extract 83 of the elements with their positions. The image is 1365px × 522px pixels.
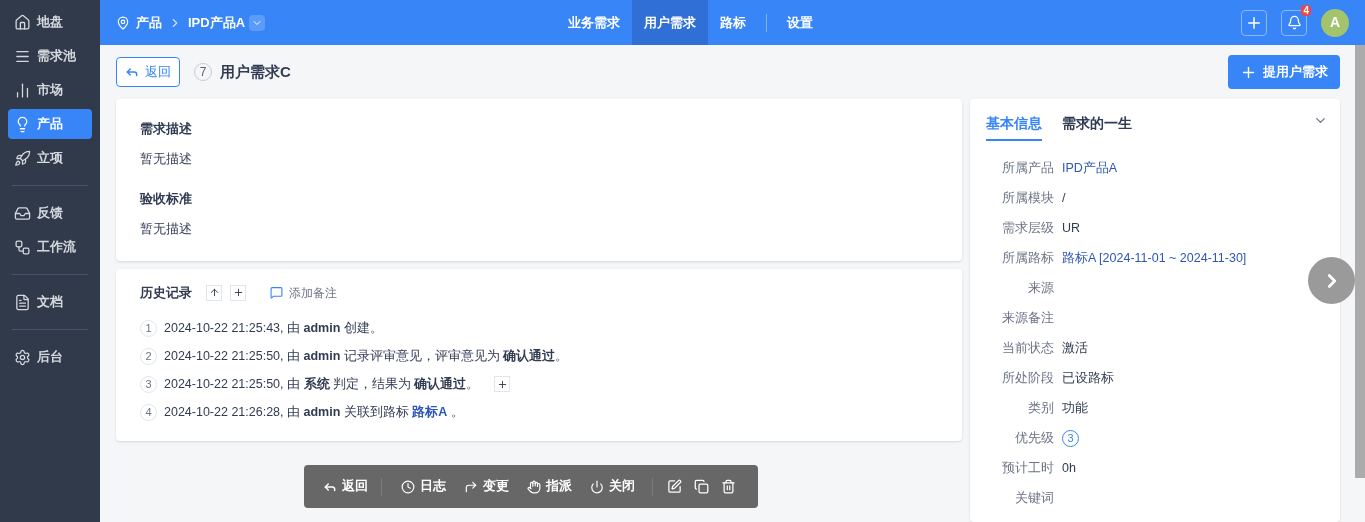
sidebar-item[interactable]: 立项 bbox=[8, 143, 92, 173]
sidebar-item[interactable]: 文档 bbox=[8, 287, 84, 317]
page-title: 用户需求C bbox=[220, 61, 291, 82]
add-button[interactable] bbox=[1241, 9, 1267, 36]
trash-icon bbox=[721, 479, 736, 494]
edit-icon bbox=[667, 479, 682, 494]
breadcrumb-link[interactable]: IPD产品A bbox=[188, 12, 246, 33]
field-value: UR bbox=[1062, 219, 1081, 237]
section-text: 暂无描述 bbox=[140, 220, 193, 238]
nav-tab[interactable]: 设置 bbox=[775, 0, 825, 45]
field-label: 优先级 bbox=[1014, 429, 1054, 447]
sort-button[interactable] bbox=[206, 284, 222, 301]
notification-badge: 4 bbox=[1301, 4, 1311, 16]
field-value: 0h bbox=[1062, 459, 1076, 477]
field-label: 需求层级 bbox=[1001, 219, 1054, 237]
panel-tab[interactable]: 需求的一生 bbox=[1062, 113, 1132, 141]
home-icon bbox=[14, 13, 31, 31]
copy-icon bbox=[694, 479, 709, 494]
workflow-icon bbox=[14, 238, 31, 256]
field-link[interactable]: 路标A [2024-11-01 ~ 2024-11-30] bbox=[1062, 248, 1247, 268]
toolbar-button[interactable]: 指派 bbox=[518, 477, 581, 496]
section-text: 暂无描述 bbox=[140, 150, 193, 168]
bell-icon bbox=[1286, 15, 1302, 30]
nav-tab[interactable]: 用户需求 bbox=[632, 0, 708, 45]
history-title: 历史记录 bbox=[140, 284, 192, 302]
expand-button[interactable] bbox=[494, 376, 511, 392]
history-entry: 2024-10-22 21:25:50, 由 系统 判定，结果为 确认通过。 bbox=[164, 375, 480, 393]
clock-icon bbox=[401, 479, 415, 494]
field-label: 关键词 bbox=[1014, 489, 1054, 507]
nav-tab[interactable]: 业务需求 bbox=[556, 0, 632, 45]
field-value: / bbox=[1062, 189, 1066, 207]
hand-icon bbox=[527, 479, 541, 494]
breadcrumb-link[interactable]: 产品 bbox=[136, 12, 162, 33]
inbox-icon bbox=[14, 204, 31, 222]
rocket-icon bbox=[14, 149, 31, 167]
field-label: 当前状态 bbox=[1001, 339, 1054, 357]
plus-icon bbox=[496, 378, 508, 390]
plus-icon bbox=[232, 287, 244, 299]
section-heading: 需求描述 bbox=[140, 120, 193, 138]
add-note-button[interactable]: 添加备注 bbox=[270, 283, 337, 302]
field-label: 所属产品 bbox=[1001, 159, 1054, 177]
back-button[interactable]: 返回 bbox=[320, 477, 371, 496]
history-entry: 2024-10-22 21:25:50, 由 admin 记录评审意见，评审意见为 确认通过。 bbox=[164, 347, 569, 365]
expand-button[interactable] bbox=[230, 284, 246, 301]
field-label: 类别 bbox=[1027, 399, 1054, 417]
sidebar-item[interactable]: 后台 bbox=[8, 342, 84, 372]
sidebar-item[interactable]: 反馈 bbox=[8, 198, 84, 228]
history-entry: 2024-10-22 21:25:43, 由 admin 创建。 bbox=[164, 319, 383, 337]
history-entry: 2024-10-22 21:26:28, 由 admin 关联到路标 路标A 。 bbox=[164, 403, 464, 421]
field-label: 所属路标 bbox=[1001, 249, 1054, 267]
field-label: 来源 bbox=[1027, 279, 1054, 297]
power-icon bbox=[590, 479, 604, 494]
create-button[interactable]: 提用户需求 bbox=[1228, 55, 1340, 89]
chart-icon bbox=[14, 81, 31, 99]
field-label: 所属模块 bbox=[1001, 189, 1054, 207]
settings-icon bbox=[14, 348, 31, 366]
sidebar-item[interactable]: 市场 bbox=[8, 75, 92, 105]
field-label: 所处阶段 bbox=[1001, 369, 1054, 387]
comment-icon bbox=[270, 286, 283, 300]
back-button[interactable]: 返回 bbox=[116, 57, 180, 87]
location-pin-icon bbox=[116, 15, 130, 30]
sidebar-item[interactable]: 工作流 bbox=[8, 232, 84, 262]
reply-arrow-icon bbox=[125, 65, 139, 79]
toolbar-button[interactable]: 关闭 bbox=[581, 477, 644, 496]
roadmap-link[interactable]: 路标A bbox=[412, 404, 448, 419]
field-value: 已设路标 bbox=[1062, 369, 1114, 387]
document-icon bbox=[14, 293, 31, 311]
arrow-up-icon bbox=[208, 287, 220, 299]
toolbar-button[interactable]: 变更 bbox=[455, 477, 518, 496]
corner-arrow-icon bbox=[464, 479, 478, 494]
sidebar-item[interactable]: 地盘 bbox=[8, 7, 92, 37]
nav-tab[interactable]: 路标 bbox=[708, 0, 758, 45]
toolbar-button[interactable]: 日志 bbox=[392, 477, 455, 496]
field-label: 预计工时 bbox=[1001, 459, 1054, 477]
sidebar-item[interactable]: 需求池 bbox=[8, 41, 92, 71]
field-label: 来源备注 bbox=[1001, 309, 1054, 327]
field-value: 激活 bbox=[1062, 339, 1088, 357]
field-value: 功能 bbox=[1062, 399, 1088, 417]
sidebar-item[interactable]: 产品 bbox=[8, 109, 92, 139]
panel-tab[interactable]: 基本信息 bbox=[986, 113, 1042, 141]
scrollbar[interactable] bbox=[1355, 45, 1365, 478]
section-heading: 验收标准 bbox=[140, 190, 193, 209]
field-link[interactable]: IPD产品A bbox=[1062, 158, 1118, 178]
